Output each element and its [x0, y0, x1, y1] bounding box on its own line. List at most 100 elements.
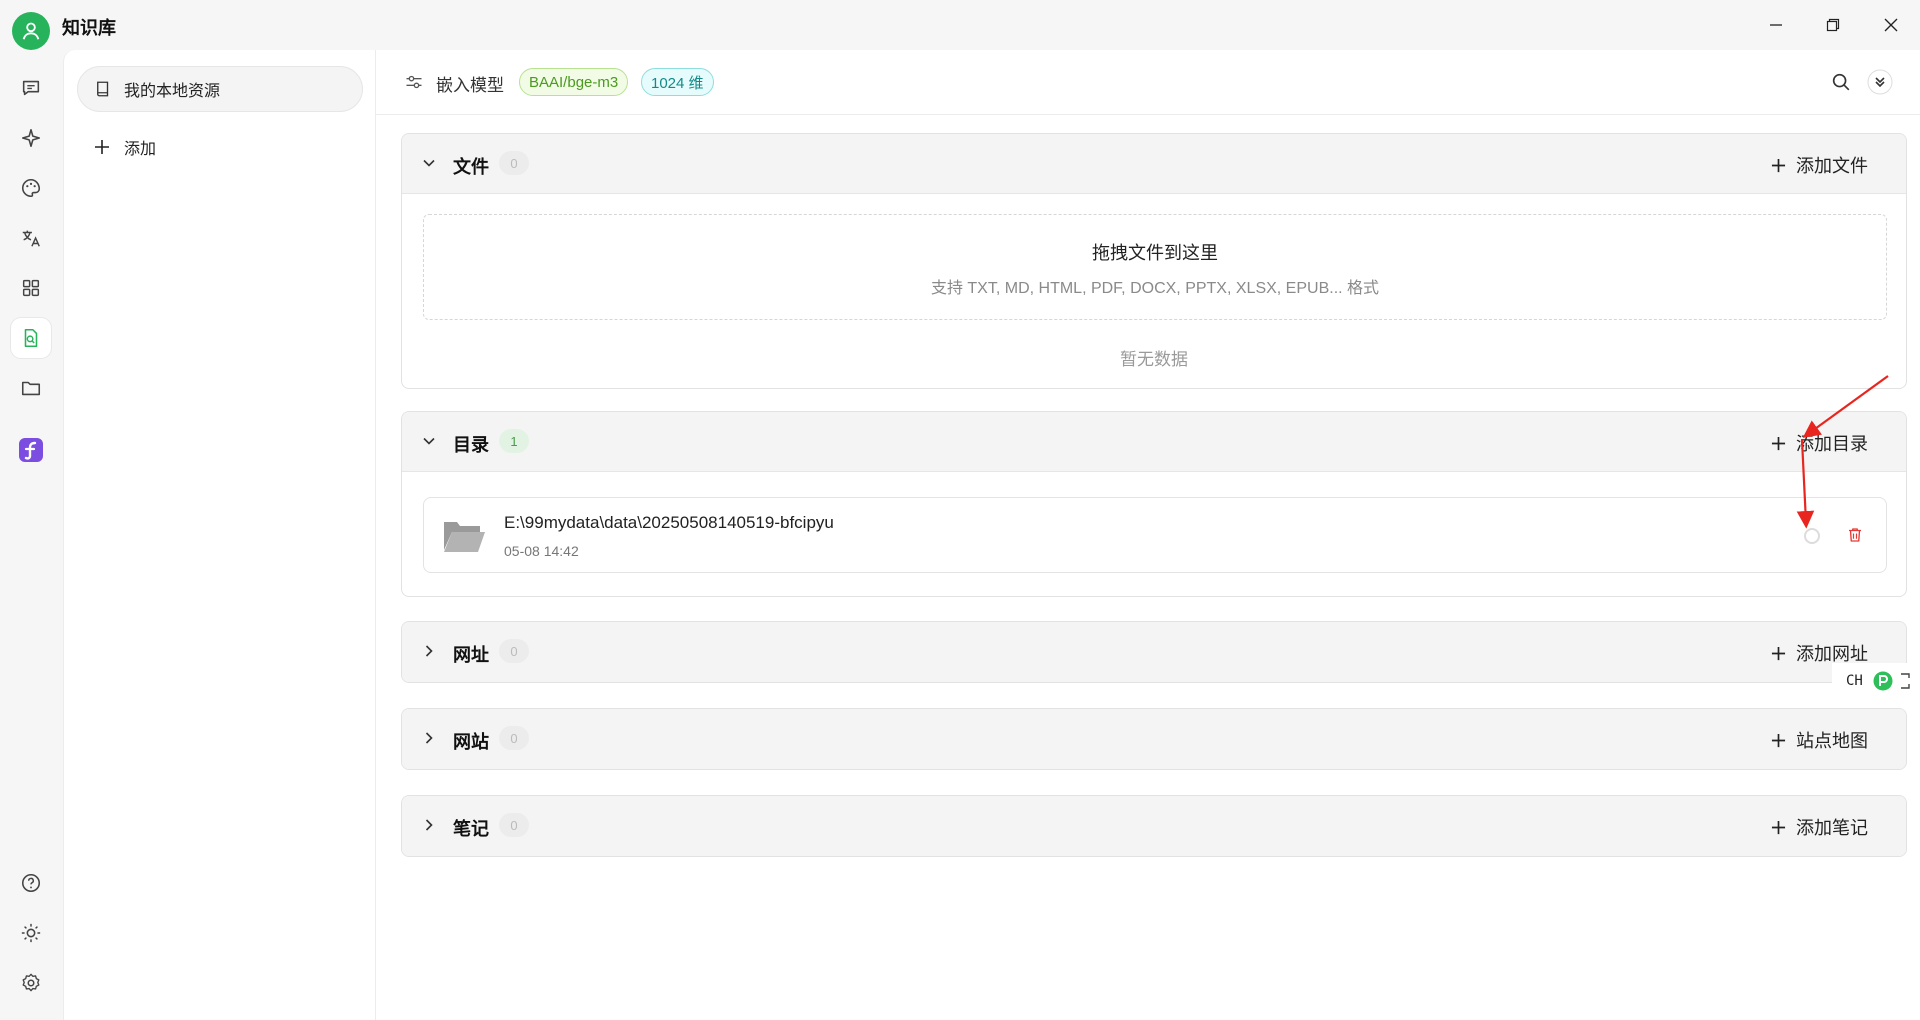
ime-label: CH: [1846, 673, 1863, 689]
folder-open-icon: [442, 518, 486, 554]
ime-logo-icon: [1873, 671, 1893, 691]
restore-icon: [1826, 18, 1840, 32]
nav-apps[interactable]: [11, 268, 51, 308]
brightness-icon: [21, 923, 41, 943]
urls-section: 网址 0 添加网址: [401, 621, 1907, 683]
sites-section: 网站 0 站点地图: [401, 708, 1907, 770]
chat-icon: [22, 80, 40, 96]
apps-grid-icon: [22, 279, 40, 297]
translate-icon: [22, 230, 40, 247]
chevron-right-icon: [422, 644, 436, 658]
directories-title: 目录: [453, 435, 489, 455]
user-avatar[interactable]: [12, 12, 50, 50]
notes-title: 笔记: [453, 819, 489, 839]
knowledge-base-list: 我的本地资源 添加: [63, 50, 376, 1020]
empty-state: 暂无数据: [1120, 350, 1188, 369]
nav-translate[interactable]: [11, 218, 51, 258]
directories-section-header[interactable]: 目录 1 添加目录: [402, 412, 1906, 472]
close-button[interactable]: [1871, 10, 1911, 40]
chevron-right-icon: [422, 731, 436, 745]
nav-paint[interactable]: [11, 168, 51, 208]
folder-icon: [21, 381, 41, 396]
knowledge-base-item[interactable]: 我的本地资源: [77, 66, 363, 112]
knowledge-icon: [24, 328, 38, 348]
urls-title: 网址: [453, 645, 489, 665]
status-indicator[interactable]: [1804, 528, 1820, 544]
add-knowledge-base-button[interactable]: 添加: [94, 132, 156, 162]
model-tag: BAAI/bge-m3: [519, 68, 629, 96]
embedding-model-label: 嵌入模型: [436, 76, 504, 95]
directory-path: E:\99mydata\data\20250508140519-bfcipyu: [504, 513, 834, 532]
trash-icon: [1849, 528, 1861, 542]
settings-button[interactable]: [400, 68, 428, 96]
files-title: 文件: [453, 157, 489, 177]
directory-item[interactable]: E:\99mydata\data\20250508140519-bfcipyu …: [423, 497, 1887, 573]
nav-assistant[interactable]: [11, 118, 51, 158]
nav-help[interactable]: [11, 863, 51, 903]
book-icon: [94, 80, 112, 98]
plus-icon: [94, 139, 110, 155]
files-count: 0: [499, 151, 529, 175]
add-sitemap-button[interactable]: 站点地图: [1771, 727, 1868, 753]
urls-count: 0: [499, 639, 529, 663]
add-directory-label: 添加目录: [1796, 434, 1868, 454]
add-file-label: 添加文件: [1796, 156, 1868, 176]
plus-icon: [1771, 436, 1786, 451]
palette-icon: [22, 178, 41, 198]
nav-settings[interactable]: [11, 963, 51, 1003]
nav-knowledge[interactable]: [11, 318, 51, 358]
sites-title: 网站: [453, 732, 489, 752]
search-icon: [1832, 73, 1850, 91]
nav-rail: [0, 50, 63, 1020]
file-drop-zone[interactable]: 拖拽文件到这里 支持 TXT, MD, HTML, PDF, DOCX, PPT…: [423, 214, 1887, 320]
files-section-header[interactable]: 文件 0 添加文件: [402, 134, 1906, 194]
sites-count: 0: [499, 726, 529, 750]
plus-icon: [1771, 158, 1786, 173]
urls-section-header[interactable]: 网址 0 添加网址: [402, 622, 1906, 682]
drop-formats: 支持 TXT, MD, HTML, PDF, DOCX, PPTX, XLSX,…: [930, 280, 1380, 297]
delete-button[interactable]: [1846, 526, 1864, 544]
restore-button[interactable]: [1813, 10, 1853, 40]
drop-title: 拖拽文件到这里: [1092, 243, 1218, 263]
minimize-icon: [1770, 24, 1782, 26]
sparkle-icon: [21, 128, 41, 148]
nav-chat[interactable]: [11, 68, 51, 108]
close-icon: [1884, 18, 1898, 32]
directories-count: 1: [499, 429, 529, 453]
plus-icon: [1771, 733, 1786, 748]
settings-icon: [22, 973, 40, 992]
chevron-right-icon: [422, 818, 436, 832]
app-title: 知识库: [62, 18, 116, 38]
notes-count: 0: [499, 813, 529, 837]
knowledge-base-label: 我的本地资源: [124, 83, 221, 100]
help-icon: [21, 873, 41, 893]
add-note-button[interactable]: 添加笔记: [1771, 814, 1868, 840]
files-section: 文件 0 添加文件 拖拽文件到这里 支持 TXT, MD, HTML, PDF,…: [401, 133, 1907, 389]
notes-section-header[interactable]: 笔记 0 添加笔记: [402, 796, 1906, 856]
directory-time: 05-08 14:42: [504, 543, 579, 559]
nav-app-logo[interactable]: [11, 430, 51, 470]
plus-icon: [1771, 820, 1786, 835]
knowledge-content: 嵌入模型 BAAI/bge-m3 1024 维 文件 0 添加文件 拖拽文件到这…: [376, 50, 1920, 1020]
minimize-button[interactable]: [1756, 10, 1796, 40]
ime-expand-icon: [1899, 673, 1911, 689]
chevron-down-icon: [422, 156, 436, 170]
title-bar: 知识库: [0, 0, 1920, 50]
ime-indicator[interactable]: CH: [1832, 663, 1920, 699]
collapse-all-button[interactable]: [1866, 68, 1894, 96]
add-label: 添加: [124, 141, 157, 158]
plus-icon: [1771, 646, 1786, 661]
add-file-button[interactable]: 添加文件: [1771, 152, 1868, 178]
nav-files[interactable]: [11, 368, 51, 408]
sites-section-header[interactable]: 网站 0 站点地图: [402, 709, 1906, 769]
add-note-label: 添加笔记: [1796, 818, 1868, 838]
chevron-double-down-icon: [1867, 69, 1893, 95]
app-logo-icon: [19, 438, 43, 462]
sliders-icon: [406, 75, 422, 89]
search-button[interactable]: [1827, 68, 1855, 96]
nav-theme[interactable]: [11, 913, 51, 953]
chevron-down-icon: [422, 434, 436, 448]
dimension-tag: 1024 维: [641, 68, 714, 96]
add-directory-button[interactable]: 添加目录: [1771, 430, 1868, 456]
user-icon: [22, 22, 40, 40]
